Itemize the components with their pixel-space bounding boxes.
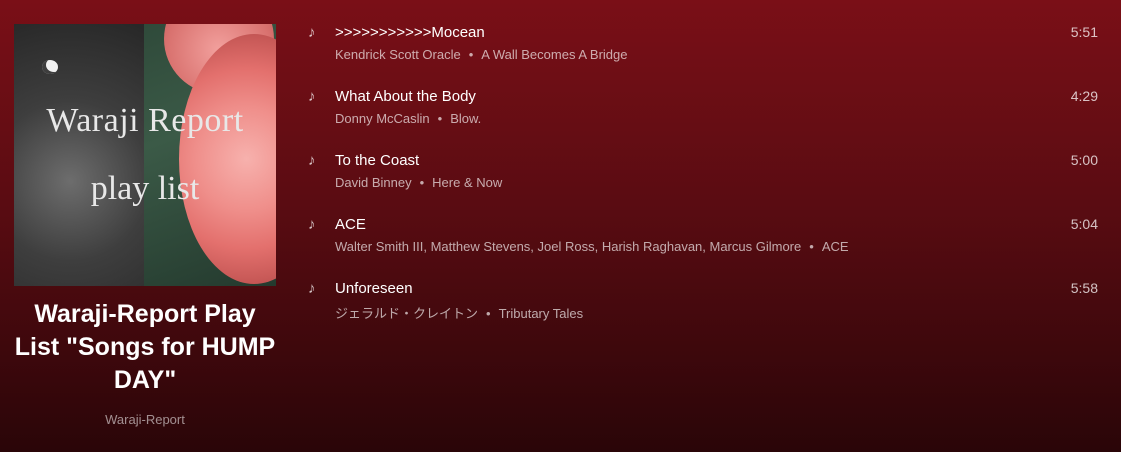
separator: • [437,111,443,126]
track-album[interactable]: Tributary Tales [499,306,584,321]
track-artists[interactable]: ジェラルド・クレイトン [335,306,478,321]
track-row[interactable]: ♪ What About the Body Donny McCaslin • Blo… [300,82,1110,146]
track-list: ♪ >>>>>>>>>>>Mocean Kendrick Scott Oracl… [300,18,1110,338]
track-duration: 4:29 [1070,88,1098,104]
track-album[interactable]: Here & Now [432,175,502,190]
music-note-icon: ♪ [308,216,316,233]
playlist-owner[interactable]: Waraji-Report [14,412,276,427]
track-name[interactable]: Unforeseen [335,280,413,297]
track-meta: Donny McCaslin • Blow. [335,111,481,126]
track-meta: David Binney • Here & Now [335,175,502,190]
cover-title-line2: play list [90,170,200,207]
track-artists[interactable]: Walter Smith III, Matthew Stevens, Joel … [335,239,801,254]
music-note-icon: ♪ [308,88,316,105]
track-album[interactable]: ACE [822,239,849,254]
track-name[interactable]: What About the Body [335,88,476,105]
separator: • [468,47,474,62]
music-note-icon: ♪ [308,24,316,41]
track-artists[interactable]: David Binney [335,175,412,190]
track-meta: Kendrick Scott Oracle • A Wall Becomes A B… [335,47,627,62]
track-meta: ジェラルド・クレイトン • Tributary Tales [335,303,583,322]
cover-moon [42,60,58,74]
track-album[interactable]: Blow. [450,111,481,126]
playlist-title[interactable]: Waraji-Report Play List "Songs for HUMP … [14,298,276,397]
track-name[interactable]: To the Coast [335,152,419,169]
separator: • [419,175,425,190]
track-artists[interactable]: Kendrick Scott Oracle [335,47,461,62]
cover-title-line1: Waraji Report [46,102,244,139]
track-artists[interactable]: Donny McCaslin [335,111,430,126]
music-note-icon: ♪ [308,152,316,169]
track-row[interactable]: ♪ >>>>>>>>>>>Mocean Kendrick Scott Oracl… [300,18,1110,82]
separator: • [809,239,814,254]
track-row[interactable]: ♪ Unforeseen ジェラルド・クレイトン • Tributary Tales… [300,274,1110,338]
track-duration: 5:51 [1070,24,1098,40]
track-duration: 5:00 [1070,152,1098,168]
track-meta: Walter Smith III, Matthew Stevens, Joel … [335,239,849,254]
track-row[interactable]: ♪ ACE Walter Smith III, Matthew Stevens,… [300,210,1110,274]
playlist-cover-image[interactable]: Waraji Report play list [14,24,276,286]
track-duration: 5:04 [1070,216,1098,232]
track-row[interactable]: ♪ To the Coast David Binney • Here & Now 5… [300,146,1110,210]
track-name[interactable]: >>>>>>>>>>>Mocean [335,24,485,41]
track-duration: 5:58 [1070,280,1098,296]
separator: • [486,306,491,321]
cover-background [14,24,154,286]
playlist-sidebar: Waraji Report play list Waraji-Report Pl… [0,0,290,452]
music-note-icon: ♪ [308,280,316,297]
track-name[interactable]: ACE [335,216,366,233]
track-album[interactable]: A Wall Becomes A Bridge [481,47,627,62]
